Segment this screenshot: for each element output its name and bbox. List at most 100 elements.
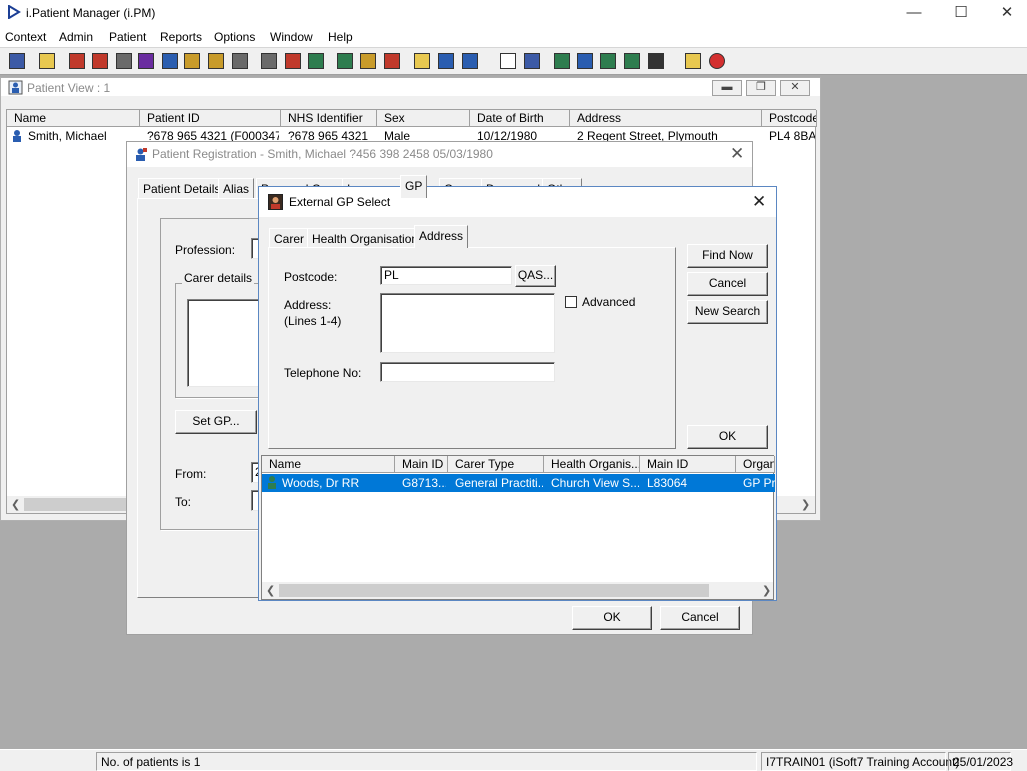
registration-close-icon[interactable]: ✕ [730, 144, 744, 164]
document-icon [116, 53, 132, 69]
menu-patient[interactable]: Patient [109, 30, 146, 44]
advanced-label: Advanced [582, 295, 636, 309]
toolbar-button-swap[interactable] [646, 51, 666, 71]
gp-select-close-icon[interactable]: ✕ [752, 192, 766, 212]
toolbar-button-cancel[interactable] [230, 51, 250, 71]
address-textarea[interactable] [380, 293, 555, 353]
gp-scroll-right-icon[interactable]: ❯ [762, 584, 771, 597]
registration-ok-button[interactable]: OK [572, 606, 652, 630]
toolbar-button-person[interactable] [160, 51, 180, 71]
column-header-name[interactable]: Name [7, 110, 140, 127]
account-status: I7TRAIN01 (iSoft7 Training Account) [761, 752, 959, 771]
gp-ok-button[interactable]: OK [687, 425, 768, 449]
toolbar-button-approve[interactable] [622, 51, 642, 71]
tab-carer[interactable]: Carer [269, 228, 310, 248]
toolbar-button-mail[interactable] [136, 51, 156, 71]
toolbar-button-notepad[interactable] [412, 51, 432, 71]
toolbar-button-chart[interactable] [358, 51, 378, 71]
toolbar-button-exit[interactable] [707, 51, 727, 71]
toolbar-button-clock[interactable] [283, 51, 303, 71]
from-label: From: [175, 467, 207, 481]
gp-cell-main-id: G8713... [402, 476, 446, 490]
mdi-close-button[interactable]: ✕ [780, 80, 810, 96]
menu-admin[interactable]: Admin [59, 30, 93, 44]
tab-alias[interactable]: Alias [218, 178, 255, 198]
menu-context[interactable]: Context [5, 30, 46, 44]
toolbar-button-book[interactable] [67, 51, 87, 71]
tab-patient-details[interactable]: Patient Details [138, 178, 226, 198]
column-header-sex[interactable]: Sex [377, 110, 470, 127]
menu-bar: Context Admin Patient Reports Options Wi… [0, 27, 1027, 47]
postcode-input[interactable]: PL [380, 266, 512, 285]
toolbar-button-calendar[interactable] [335, 51, 355, 71]
advanced-checkbox[interactable] [565, 296, 577, 308]
gp-results-scrollbar[interactable]: ❮ ❯ [262, 582, 773, 599]
menu-help[interactable]: Help [328, 30, 353, 44]
toolbar-button-printer[interactable] [37, 51, 57, 71]
menu-window[interactable]: Window [270, 30, 313, 44]
mdi-restore-button[interactable]: ❐ [746, 80, 776, 96]
column-header-dob[interactable]: Date of Birth [470, 110, 570, 127]
gp-scroll-left-icon[interactable]: ❮ [266, 584, 275, 597]
new-search-button[interactable]: New Search [687, 300, 768, 324]
gp-column-carer-type[interactable]: Carer Type [448, 456, 544, 473]
gp-column-organisation[interactable]: Organi [736, 456, 775, 473]
column-header-patient-id[interactable]: Patient ID [140, 110, 281, 127]
mdi-minimize-button[interactable]: ▬ [712, 80, 742, 96]
telephone-input[interactable] [380, 362, 555, 382]
tab-address[interactable]: Address [414, 225, 469, 248]
scrollbar-thumb[interactable] [24, 498, 134, 511]
column-header-nhs-identifier[interactable]: NHS Identifier [281, 110, 377, 127]
close-button[interactable]: ✕ [984, 0, 1027, 27]
toolbar-button-timer[interactable] [382, 51, 402, 71]
find-now-button[interactable]: Find Now [687, 244, 768, 268]
column-header-address[interactable]: Address [570, 110, 762, 127]
minimize-button[interactable]: — [891, 0, 937, 27]
toolbar-button-check[interactable] [575, 51, 595, 71]
toolbar-button-transfer[interactable] [598, 51, 618, 71]
check-icon [577, 53, 593, 69]
date-status: 25/01/2023 [948, 752, 1013, 771]
toolbar-button-staff[interactable] [460, 51, 480, 71]
toolbar-button-globe[interactable] [552, 51, 572, 71]
tab-health-organisation[interactable]: Health Organisation [307, 228, 424, 248]
gp-column-health-organisation[interactable]: Health Organis... [544, 456, 640, 473]
telephone-label: Telephone No: [284, 366, 362, 380]
toolbar-button-car[interactable] [436, 51, 456, 71]
toolbar-button-briefcase[interactable] [90, 51, 110, 71]
gp-cancel-button[interactable]: Cancel [687, 272, 768, 296]
toolbar-button-user[interactable] [7, 51, 27, 71]
menu-reports[interactable]: Reports [160, 30, 202, 44]
toolbar-button-folder[interactable] [206, 51, 226, 71]
toolbar-button-bar-chart[interactable] [522, 51, 542, 71]
table-row[interactable]: Woods, Dr RR G8713... General Practiti..… [262, 474, 775, 492]
column-header-postcode[interactable]: Postcode [762, 110, 817, 127]
maximize-button[interactable]: ☐ [938, 0, 984, 27]
menu-options[interactable]: Options [214, 30, 255, 44]
scroll-right-icon[interactable]: ❯ [801, 498, 810, 511]
book-icon [69, 53, 85, 69]
notepad-icon [414, 53, 430, 69]
gp-cell-org-main-id: L83064 [647, 476, 688, 490]
approve-icon [624, 53, 640, 69]
mail-icon [138, 53, 154, 69]
set-gp-button[interactable]: Set GP... [175, 410, 257, 434]
staff-icon [462, 53, 478, 69]
registration-cancel-button[interactable]: Cancel [660, 606, 740, 630]
gp-column-name[interactable]: Name [262, 456, 395, 473]
gp-scrollbar-thumb[interactable] [279, 584, 709, 597]
gp-results-list: Name Main ID Carer Type Health Organis..… [261, 455, 775, 600]
gp-column-org-main-id[interactable]: Main ID [640, 456, 736, 473]
clock-icon [285, 53, 301, 69]
toolbar-button-page[interactable] [498, 51, 518, 71]
toolbar-button-note[interactable] [182, 51, 202, 71]
carer-details-field[interactable] [187, 299, 262, 387]
toolbar-button-envelope[interactable] [259, 51, 279, 71]
toolbar-button-document[interactable] [114, 51, 134, 71]
scroll-left-icon[interactable]: ❮ [11, 498, 20, 511]
qas-button[interactable]: QAS... [515, 265, 556, 287]
gp-column-main-id[interactable]: Main ID [395, 456, 448, 473]
tab-gp[interactable]: GP [400, 175, 428, 198]
toolbar-button-monitor[interactable] [306, 51, 326, 71]
toolbar-button-warning[interactable] [683, 51, 703, 71]
